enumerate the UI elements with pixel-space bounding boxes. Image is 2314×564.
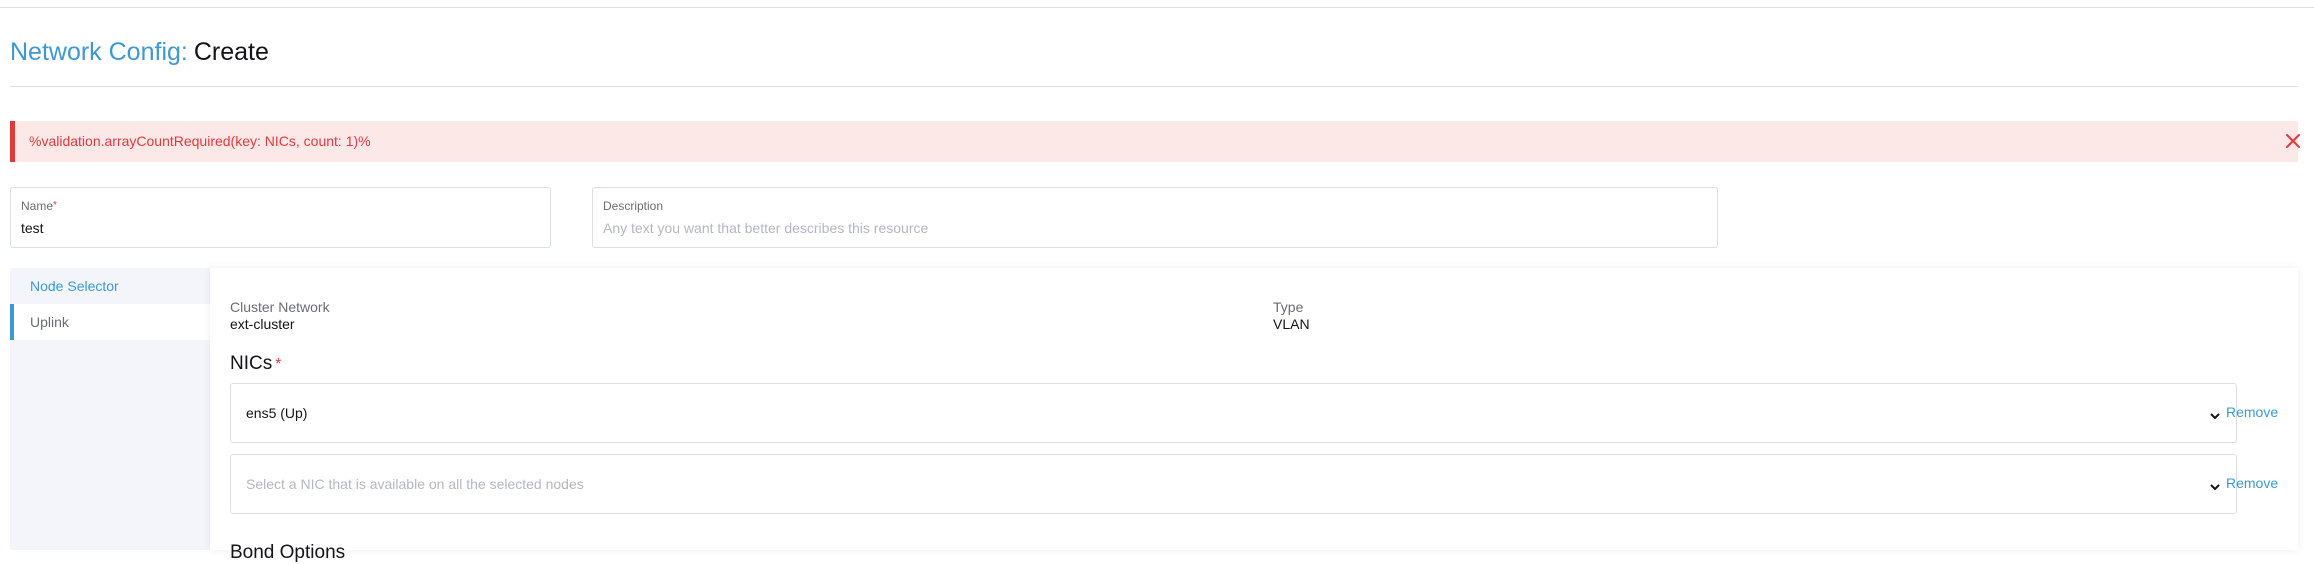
breadcrumb-resource[interactable]: Network Config bbox=[10, 38, 181, 66]
type-label: Type bbox=[1273, 299, 1304, 315]
nic-select-2[interactable]: Select a NIC that is available on all th… bbox=[230, 454, 2237, 514]
top-divider bbox=[0, 7, 2314, 8]
sidebar: Node Selector Uplink bbox=[10, 268, 210, 550]
name-label: Name* bbox=[21, 199, 57, 213]
page-title: Network Config: Create bbox=[10, 36, 269, 68]
chevron-down-icon bbox=[2209, 408, 2221, 420]
uplink-panel: Cluster Network ext-cluster Type VLAN NI… bbox=[210, 268, 2298, 563]
sidebar-item-node-selector[interactable]: Node Selector bbox=[10, 268, 210, 304]
required-marker: * bbox=[275, 356, 282, 373]
description-field[interactable]: Description bbox=[592, 187, 1718, 248]
chevron-down-icon bbox=[2209, 479, 2221, 491]
description-label: Description bbox=[603, 199, 664, 213]
name-field[interactable]: Name* bbox=[10, 187, 551, 248]
title-separator: : bbox=[180, 38, 188, 66]
nics-title: NICs * bbox=[230, 353, 281, 376]
nic-select-1[interactable]: ens5 (Up) bbox=[230, 383, 2237, 443]
nic-select-2-placeholder: Select a NIC that is available on all th… bbox=[246, 476, 584, 492]
nics-title-text: NICs bbox=[230, 353, 273, 374]
description-input[interactable] bbox=[603, 217, 1703, 239]
error-banner: %validation.arrayCountRequired(key: NICs… bbox=[10, 121, 2300, 162]
title-divider bbox=[10, 86, 2298, 87]
error-message: %validation.arrayCountRequired(key: NICs… bbox=[29, 133, 371, 149]
name-input[interactable] bbox=[21, 217, 541, 239]
remove-nic-1-link[interactable]: Remove bbox=[2226, 404, 2278, 421]
sidebar-item-uplink[interactable]: Uplink bbox=[10, 304, 210, 340]
close-icon[interactable] bbox=[2283, 131, 2303, 151]
required-marker: * bbox=[53, 200, 57, 211]
type-value: VLAN bbox=[1273, 316, 1310, 332]
name-label-text: Name bbox=[21, 199, 54, 213]
title-mode: Create bbox=[193, 38, 269, 66]
nic-select-1-value: ens5 (Up) bbox=[246, 405, 308, 421]
cluster-network-value: ext-cluster bbox=[230, 316, 295, 332]
remove-nic-2-link[interactable]: Remove bbox=[2226, 475, 2278, 492]
cluster-network-label: Cluster Network bbox=[230, 299, 330, 315]
bond-options-title: Bond Options bbox=[230, 542, 346, 563]
